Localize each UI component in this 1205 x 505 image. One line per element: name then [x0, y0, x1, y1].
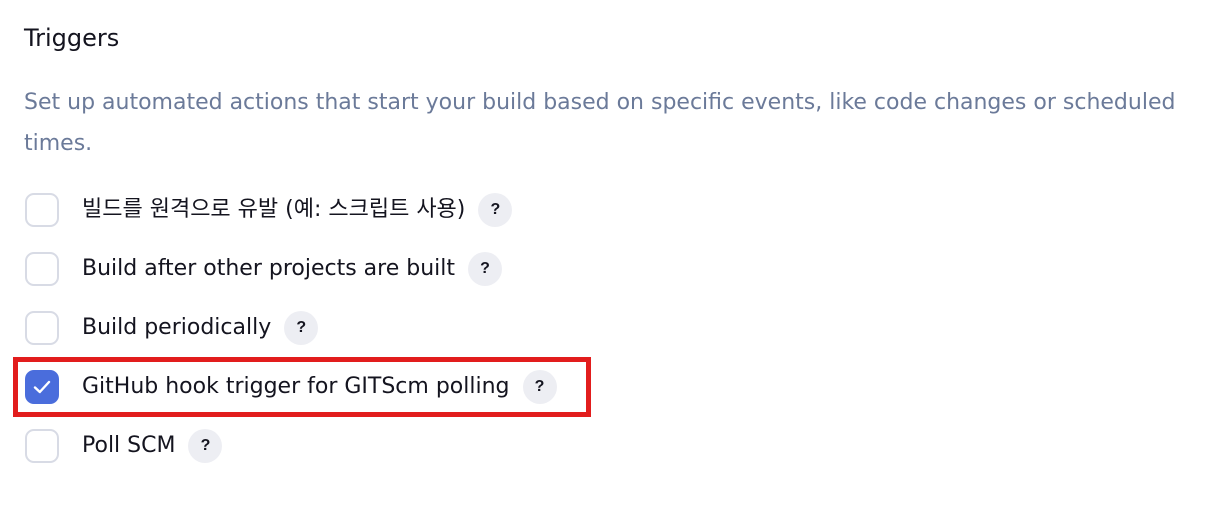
remote-build-label[interactable]: 빌드를 원격으로 유발 (예: 스크립트 사용) — [82, 195, 465, 225]
check-icon — [33, 380, 51, 394]
github-hook-checkbox[interactable] — [25, 370, 59, 404]
trigger-option-build-after-other-projects[interactable]: Build after other projects are built ? — [24, 249, 503, 289]
help-icon[interactable]: ? — [522, 370, 557, 404]
build-after-other-projects-label[interactable]: Build after other projects are built — [82, 254, 455, 284]
help-icon[interactable]: ? — [478, 193, 513, 227]
build-periodically-checkbox[interactable] — [25, 311, 59, 345]
poll-scm-checkbox[interactable] — [25, 429, 59, 463]
trigger-option-github-hook[interactable]: GitHub hook trigger for GITScm polling ? — [24, 367, 557, 407]
help-icon[interactable]: ? — [284, 311, 319, 345]
remote-build-checkbox[interactable] — [25, 193, 59, 227]
section-title: Triggers — [24, 24, 120, 52]
help-icon[interactable]: ? — [188, 429, 223, 463]
section-description: Set up automated actions that start your… — [24, 90, 1176, 156]
build-after-other-projects-checkbox[interactable] — [25, 252, 59, 286]
trigger-option-remote-build[interactable]: 빌드를 원격으로 유발 (예: 스크립트 사용) ? — [24, 190, 513, 230]
github-hook-label[interactable]: GitHub hook trigger for GITScm polling — [82, 372, 510, 402]
build-periodically-label[interactable]: Build periodically — [82, 313, 271, 343]
trigger-option-poll-scm[interactable]: Poll SCM ? — [24, 426, 223, 466]
help-icon[interactable]: ? — [468, 252, 503, 286]
trigger-option-build-periodically[interactable]: Build periodically ? — [24, 308, 319, 348]
poll-scm-label[interactable]: Poll SCM — [82, 431, 175, 461]
